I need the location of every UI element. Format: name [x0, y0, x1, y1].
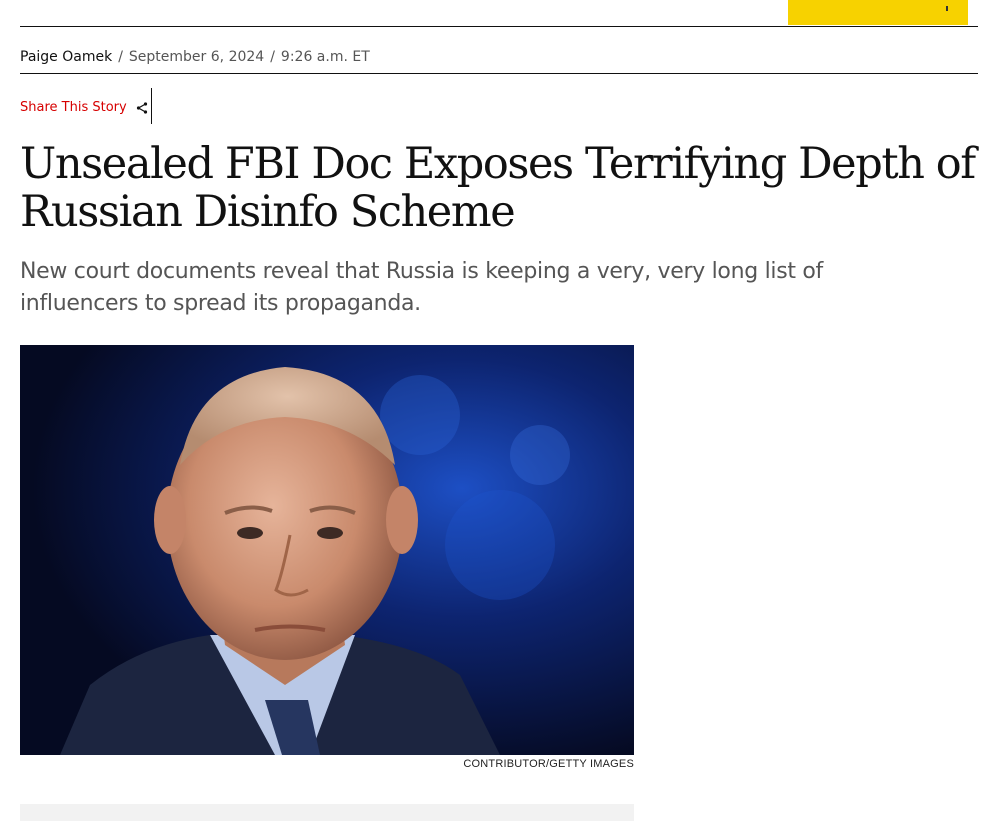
article-lead-image	[20, 345, 634, 755]
banner-tab-mark	[946, 6, 948, 11]
article-headline: Unsealed FBI Doc Exposes Terrifying Dept…	[20, 139, 976, 237]
share-story-button[interactable]: Share This Story	[20, 92, 148, 122]
author-name[interactable]: Paige Oamek	[20, 49, 112, 65]
byline: Paige Oamek / September 6, 2024 / 9:26 a…	[20, 47, 370, 67]
publish-time: 9:26 a.m. ET	[280, 49, 370, 65]
byline-separator: /	[118, 49, 123, 65]
top-divider	[20, 26, 978, 27]
share-story-label: Share This Story	[20, 99, 127, 115]
next-content-block	[20, 804, 634, 821]
share-icon	[136, 101, 148, 114]
image-credit: CONTRIBUTOR/GETTY IMAGES	[463, 758, 634, 770]
share-divider	[151, 88, 152, 124]
yellow-banner-tab[interactable]	[788, 0, 968, 25]
byline-separator: /	[270, 49, 275, 65]
byline-divider	[20, 73, 978, 74]
article-dek: New court documents reveal that Russia i…	[20, 259, 824, 316]
publish-date: September 6, 2024	[128, 49, 265, 65]
